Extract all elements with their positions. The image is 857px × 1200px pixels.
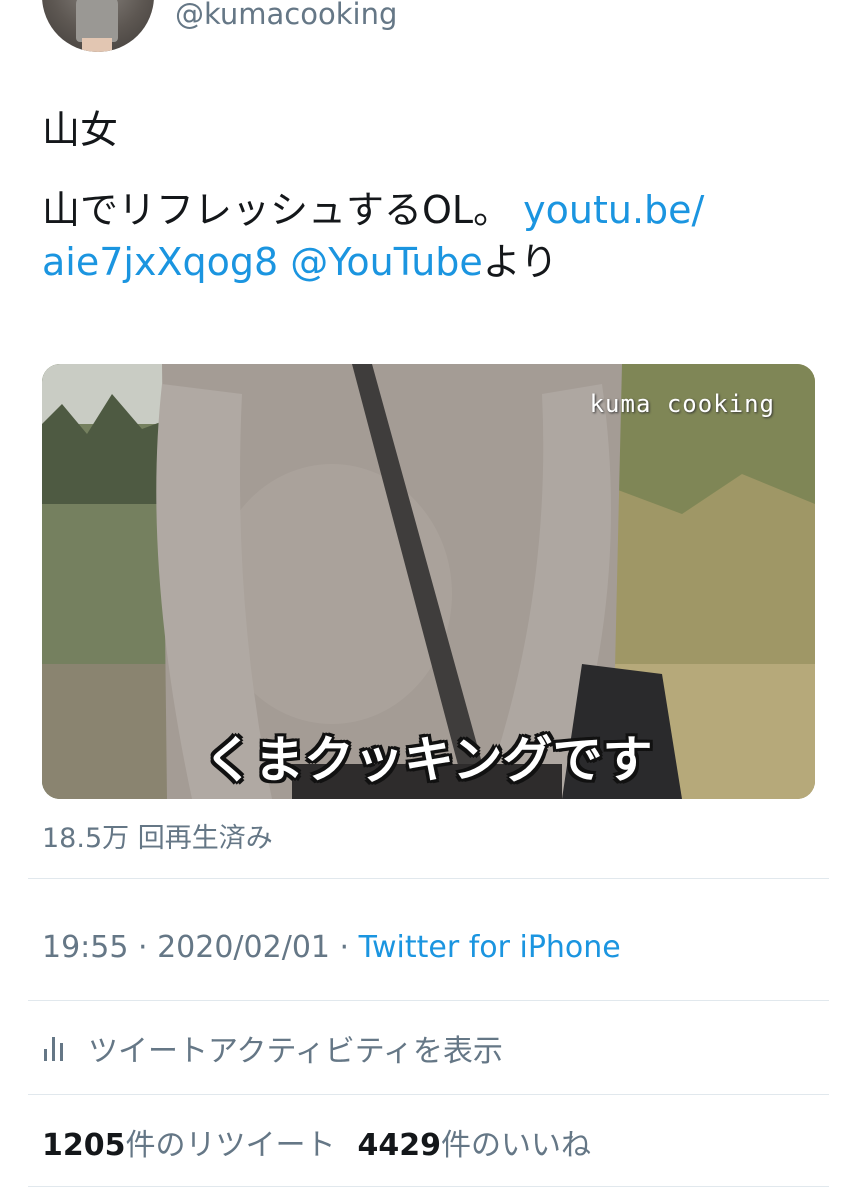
video-thumbnail[interactable]: kuma cooking くまクッキングです: [42, 364, 815, 799]
mention-link[interactable]: @YouTube: [290, 240, 483, 284]
youtube-link-part2[interactable]: aie7jxXqog8: [42, 240, 278, 284]
tweet-time: 19:55: [42, 930, 129, 965]
divider: [28, 1094, 829, 1095]
meta-separator: ·: [128, 930, 158, 965]
bar-chart-icon: [42, 1035, 68, 1061]
divider: [28, 1000, 829, 1001]
view-count: 18.5万 回再生済み: [42, 823, 273, 854]
avatar[interactable]: [42, 0, 154, 52]
retweet-label[interactable]: 件のリツイート: [126, 1128, 336, 1163]
video-subtitle: くまクッキングです: [204, 731, 653, 789]
tweet-stats: 1205件のリツイート 4429件のいいね: [42, 1120, 591, 1164]
divider: [28, 1186, 829, 1187]
user-handle[interactable]: @kumacooking: [175, 0, 397, 34]
tweet-meta: 19:55 · 2020/02/01 · Twitter for iPhone: [42, 930, 621, 965]
like-stat[interactable]: 4429件のいいね: [358, 1128, 592, 1163]
avatar-figure-body: [76, 0, 118, 42]
tweet-line-2: 山でリフレッシュするOL。 youtu.be/aie7jxXqog8 @YouT…: [42, 184, 822, 288]
youtube-link-part1[interactable]: youtu.be/: [523, 188, 704, 232]
tweet-text: 山女 山でリフレッシュするOL。 youtu.be/aie7jxXqog8 @Y…: [42, 104, 822, 288]
divider: [28, 878, 829, 879]
left-ground: [42, 664, 182, 799]
tweet-line-1: 山女: [42, 108, 119, 152]
like-label[interactable]: 件のいいね: [441, 1128, 591, 1163]
tweet-suffix: より: [482, 240, 559, 284]
like-count[interactable]: 4429: [358, 1128, 442, 1163]
tweet-date: 2020/02/01: [157, 930, 330, 965]
retweet-count[interactable]: 1205: [42, 1128, 126, 1163]
retweet-stat[interactable]: 1205件のリツイート: [42, 1128, 336, 1163]
tweet-source-link[interactable]: Twitter for iPhone: [359, 930, 621, 965]
tweet-activity-link[interactable]: ツイートアクティビティを表示: [42, 1026, 503, 1070]
avatar-figure-legs: [82, 38, 112, 52]
meta-separator: ·: [330, 930, 359, 965]
tweet-body-text: 山でリフレッシュするOL。: [42, 188, 524, 232]
tweet-activity-label[interactable]: ツイートアクティビティを表示: [88, 1026, 503, 1070]
video-watermark: kuma cooking: [589, 390, 775, 418]
